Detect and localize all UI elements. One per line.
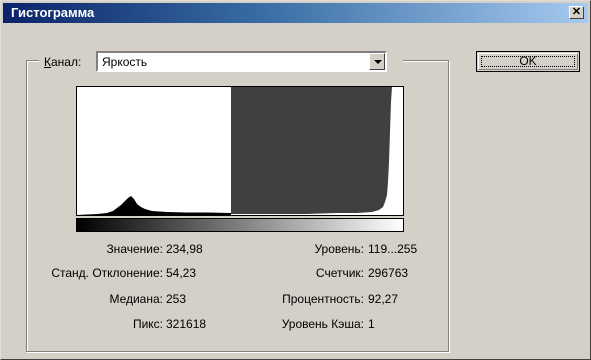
stat-median-label: Медиана:	[109, 292, 163, 306]
title-bar[interactable]: Гистограмма ✕	[3, 3, 588, 23]
channel-select[interactable]: Яркость	[96, 51, 387, 72]
stat-stddev-label: Станд. Отклонение:	[51, 266, 163, 280]
stat-mean-label: Значение:	[106, 242, 163, 256]
ok-button[interactable]: OK	[476, 51, 580, 72]
channel-label: Канал:	[44, 55, 82, 69]
window-title: Гистограмма	[11, 5, 95, 20]
stat-mean-value: 234,98	[166, 242, 203, 256]
histogram-selection	[231, 87, 403, 215]
histogram-curve-left	[77, 196, 231, 215]
stat-cache-level-value: 1	[368, 317, 375, 331]
histogram-plot[interactable]	[76, 86, 404, 216]
stat-cache-level-label: Уровень Кэша:	[281, 317, 364, 331]
histogram-dialog: Гистограмма ✕ Канал: Яркость OK Значение…	[0, 0, 591, 360]
histogram-svg	[77, 87, 403, 215]
stat-percentile-value: 92,27	[368, 292, 399, 306]
stat-level-label: Уровень:	[314, 242, 364, 256]
stat-count-value: 296763	[368, 266, 409, 280]
stat-count-label: Счетчик:	[315, 266, 364, 280]
chevron-down-icon[interactable]	[369, 53, 385, 70]
brightness-gradient-bar	[76, 218, 404, 232]
close-icon[interactable]: ✕	[569, 6, 584, 19]
ok-button-label: OK	[519, 54, 537, 68]
stat-stddev-value: 54,23	[166, 266, 197, 280]
channel-row: Канал: Яркость	[39, 51, 403, 73]
stat-percentile-label: Процентность:	[282, 292, 364, 306]
stat-pixels-label: Пикс:	[132, 317, 163, 331]
stat-median-value: 253	[166, 292, 187, 306]
stat-level-value: 119...255	[368, 242, 418, 256]
channel-select-value: Яркость	[102, 55, 148, 69]
stat-pixels-value: 321618	[166, 317, 207, 331]
